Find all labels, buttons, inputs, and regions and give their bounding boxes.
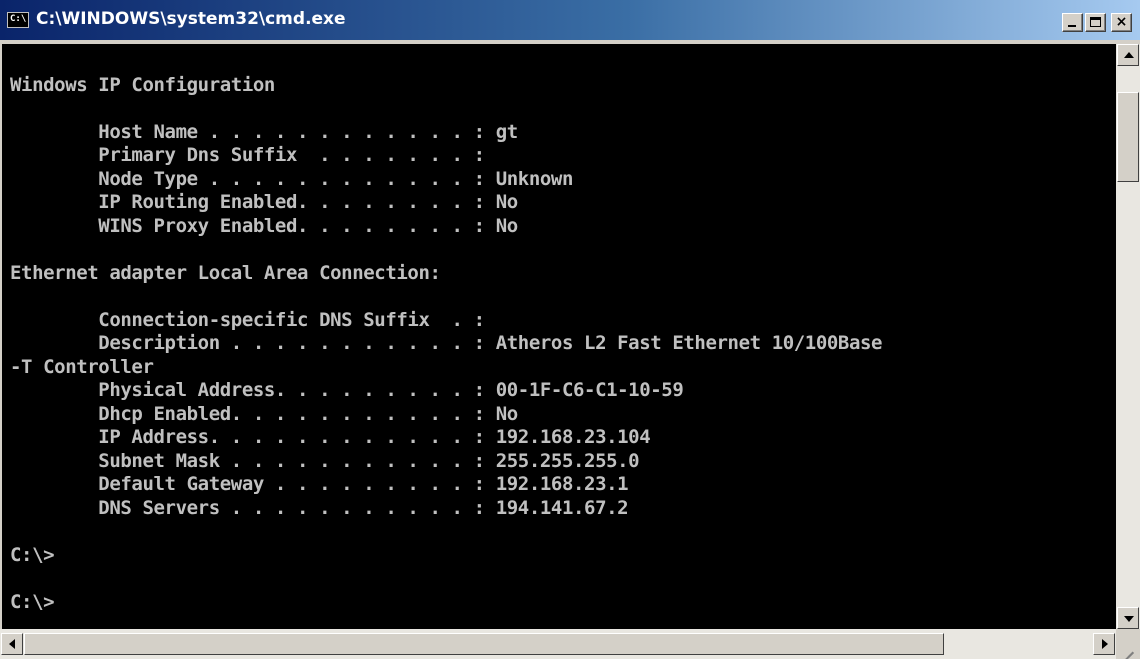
scroll-up-button[interactable] — [1117, 44, 1139, 66]
scroll-right-button[interactable] — [1093, 633, 1115, 655]
scroll-down-button[interactable] — [1117, 607, 1139, 629]
console-line: Subnet Mask . . . . . . . . . . . : 255.… — [10, 449, 640, 472]
close-button[interactable]: × — [1111, 13, 1132, 32]
resize-grip-icon[interactable] — [1116, 629, 1140, 659]
arrow-down-icon — [1124, 616, 1134, 622]
console-line: Connection-specific DNS Suffix . : — [10, 308, 485, 331]
maximize-button[interactable] — [1085, 13, 1106, 32]
minimize-button[interactable] — [1062, 13, 1083, 32]
console-line: Windows IP Configuration — [10, 73, 275, 96]
console-line: Host Name . . . . . . . . . . . . : gt — [10, 120, 518, 143]
arrow-up-icon — [1124, 52, 1134, 58]
horizontal-scrollbar[interactable] — [0, 629, 1116, 659]
console-line: IP Address. . . . . . . . . . . . : 192.… — [10, 426, 651, 448]
maximize-icon — [1090, 17, 1101, 27]
vertical-scrollbar[interactable] — [1116, 44, 1140, 629]
arrow-left-icon — [9, 639, 15, 649]
console-line: DNS Servers . . . . . . . . . . . : 194.… — [10, 496, 629, 519]
vertical-scroll-thumb[interactable] — [1117, 92, 1139, 182]
minimize-icon — [1068, 25, 1076, 27]
console-line: -T Controller — [10, 355, 154, 378]
console-line: Node Type . . . . . . . . . . . . : Unkn… — [10, 167, 573, 190]
horizontal-scroll-thumb[interactable] — [24, 633, 944, 655]
console-line: IP Routing Enabled. . . . . . . . : No — [10, 191, 518, 213]
console-output[interactable]: Windows IP Configuration Host Name . . .… — [2, 44, 1116, 629]
console-line: Ethernet adapter Local Area Connection: — [10, 261, 441, 284]
arrow-right-icon — [1102, 639, 1108, 649]
console-line: Description . . . . . . . . . . . : Athe… — [10, 332, 883, 354]
window-title: C:\WINDOWS\system32\cmd.exe — [36, 9, 346, 29]
console-line: Dhcp Enabled. . . . . . . . . . . : No — [10, 402, 518, 425]
console-line: Default Gateway . . . . . . . . . : 192.… — [10, 473, 629, 495]
cmd-icon[interactable]: C:\ — [7, 12, 29, 28]
console-line: Physical Address. . . . . . . . . : 00-1… — [10, 379, 684, 401]
console-line: C:\> — [10, 543, 55, 566]
console-line: Primary Dns Suffix . . . . . . . : — [10, 144, 485, 166]
cmd-icon-label: C:\ — [10, 14, 27, 24]
title-bar[interactable]: C:\ C:\WINDOWS\system32\cmd.exe × — [0, 0, 1140, 40]
close-icon: × — [1115, 14, 1128, 30]
console-line: WINS Proxy Enabled. . . . . . . . : No — [10, 214, 518, 237]
scroll-left-button[interactable] — [1, 633, 23, 655]
console-line: C:\> — [10, 590, 55, 613]
cmd-window: C:\ C:\WINDOWS\system32\cmd.exe × Window… — [0, 0, 1140, 659]
